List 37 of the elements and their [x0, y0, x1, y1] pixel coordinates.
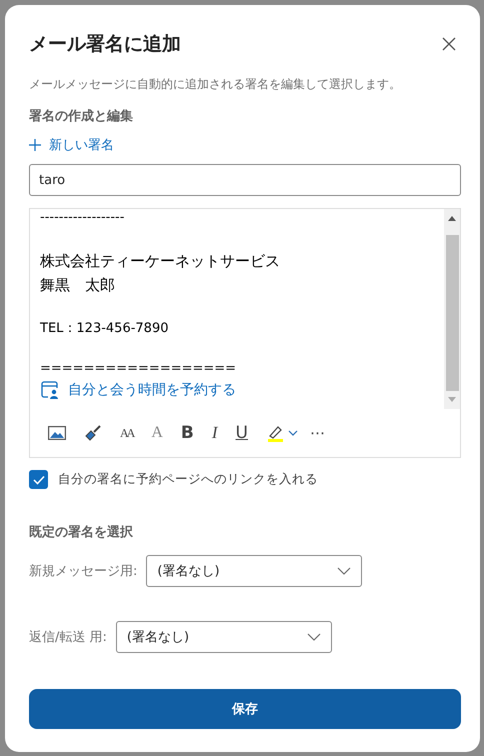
- booking-link[interactable]: 自分と会う時間を予約する: [68, 381, 236, 399]
- signature-line: 舞黒 太郎: [40, 275, 116, 296]
- paintbrush-icon[interactable]: [84, 424, 102, 442]
- section-heading: 署名の作成と編集: [29, 108, 134, 125]
- scroll-up-icon[interactable]: [448, 215, 456, 221]
- bold-button[interactable]: B: [180, 423, 194, 443]
- signature-dropdown[interactable]: (署名なし): [146, 555, 362, 587]
- checkbox-label: 自分の署名に予約ページへのリンクを入れる: [58, 471, 318, 488]
- dropdown-label: 返信/転送 用:: [29, 629, 107, 646]
- section-heading: 既定の署名を選択: [29, 524, 134, 541]
- description-text: メールメッセージに自動的に追加される署名を編集して選択します。: [29, 76, 402, 93]
- signature-line: 株式会社ティーケーネットサービス: [40, 251, 281, 272]
- signature-line: ==================: [40, 360, 238, 377]
- checkmark-icon: [32, 474, 44, 484]
- calendar-person-icon: [40, 380, 60, 400]
- signature-dropdown[interactable]: (署名なし): [116, 621, 332, 653]
- signature-name-field[interactable]: taro: [29, 164, 461, 196]
- scrollbar[interactable]: [444, 209, 460, 409]
- dropdown-label: 新規メッセージ用:: [29, 563, 138, 580]
- save-button[interactable]: 保存: [29, 689, 461, 729]
- checkbox[interactable]: [29, 470, 48, 489]
- signature-editor[interactable]: ------------------ 株式会社ティーケーネットサービス 舞黒 太郎 TEL：123-456-7890 ================== 自分と会う時間を予約する AA A B I U ⋯: [29, 208, 461, 458]
- chevron-down-icon: [337, 567, 352, 575]
- grow-font-button[interactable]: A: [151, 424, 163, 442]
- close-icon[interactable]: [442, 37, 456, 51]
- highlight-button[interactable]: [266, 424, 298, 442]
- signature-line: ------------------: [40, 209, 126, 226]
- signature-line: TEL：123-456-7890: [40, 320, 170, 337]
- plus-icon[interactable]: [29, 139, 41, 151]
- underline-button[interactable]: U: [236, 423, 248, 443]
- image-icon[interactable]: [48, 426, 66, 440]
- dialog-title: メール署名に追加: [29, 32, 181, 57]
- more-options-button[interactable]: ⋯: [310, 424, 325, 442]
- italic-button[interactable]: I: [212, 423, 218, 443]
- new-signature-link[interactable]: 新しい署名: [49, 136, 114, 154]
- font-size-button[interactable]: AA: [120, 426, 134, 440]
- chevron-down-icon: [306, 633, 321, 641]
